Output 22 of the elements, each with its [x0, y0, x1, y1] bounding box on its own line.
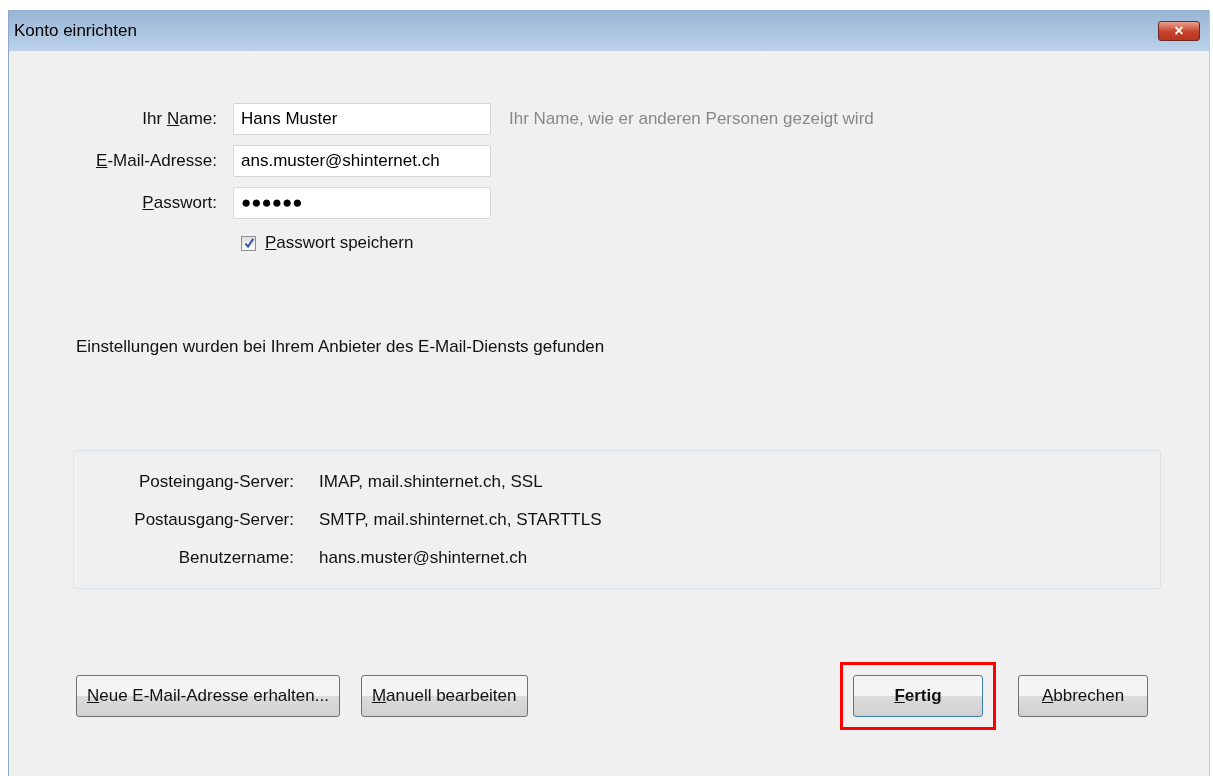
dialog-button[interactable]: Manuell bearbeiten	[360, 675, 528, 717]
server-value: SMTP, mail.shinternet.ch, STARTTLS	[319, 509, 602, 530]
server-value: IMAP, mail.shinternet.ch, SSL	[319, 471, 544, 492]
status-message: Einstellungen wurden bei Ihrem Anbieter des E-Mail-Diensts gefunden	[76, 337, 606, 357]
field-label: E-Mail-Adresse:	[95, 151, 217, 171]
server-value: hans.muster@shinternet.ch	[319, 547, 529, 568]
input-field[interactable]: ans.muster@shinternet.ch	[233, 145, 491, 177]
dialog-button[interactable]: Fertig	[853, 675, 983, 717]
dialog-button[interactable]: Abbrechen	[1018, 675, 1148, 717]
window-title: Konto einrichten	[14, 20, 137, 41]
field-hint: Ihr Name, wie er anderen Personen gezeigt wird	[509, 109, 875, 129]
field-label: Passwort:	[141, 193, 217, 213]
checkbox[interactable]	[241, 235, 256, 251]
checkbox-label[interactable]: Passwort speichern	[265, 233, 414, 253]
server-label: Benutzername:	[177, 547, 294, 568]
field-label: Ihr Name:	[141, 109, 217, 129]
server-label: Posteingang-Server:	[138, 471, 294, 492]
input-field[interactable]: ●●●●●●	[233, 187, 491, 219]
input-field[interactable]: Hans Muster	[233, 103, 491, 135]
close-button[interactable]: ×	[1158, 20, 1200, 41]
server-label: Postausgang-Server:	[133, 509, 294, 530]
dialog-button[interactable]: Neue E-Mail-Adresse erhalten...	[76, 675, 340, 717]
